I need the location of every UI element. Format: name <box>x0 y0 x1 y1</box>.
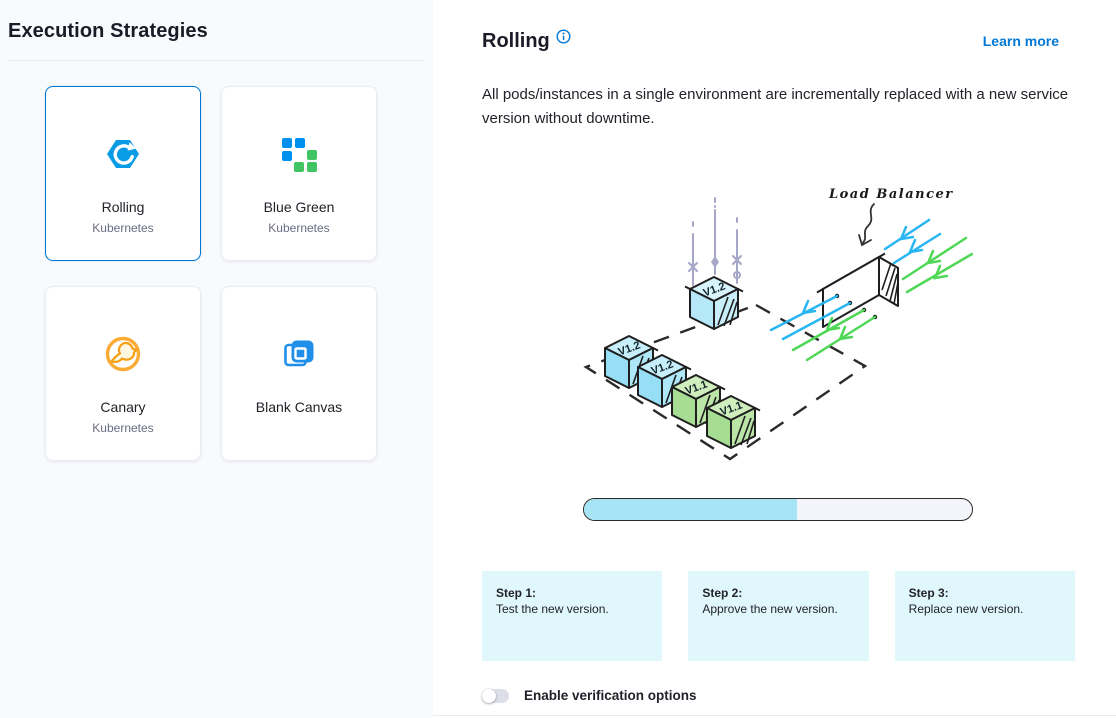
strategy-card-sublabel: Kubernetes <box>92 221 153 235</box>
detail-header: Rolling Learn more <box>482 28 1075 54</box>
step-text: Replace new version. <box>909 601 1061 617</box>
strategy-description: All pods/instances in a single environme… <box>482 83 1075 131</box>
toggle-knob <box>482 689 496 703</box>
load-balancer-box <box>817 254 898 328</box>
steps-row: Step 1: Test the new version. Step 2: Ap… <box>482 571 1075 661</box>
strategy-card-label: Rolling <box>102 199 145 215</box>
strategy-card-canary[interactable]: Canary Kubernetes <box>45 286 201 461</box>
detail-title: Rolling <box>482 28 550 54</box>
strategy-card-sublabel: Kubernetes <box>92 421 153 435</box>
step-title: Step 1: <box>496 585 648 601</box>
step-box-1: Step 1: Test the new version. <box>482 571 662 661</box>
rolling-strategy-illustration: Load Balancer V1.2 <box>583 182 973 472</box>
load-balancer-label: Load Balancer <box>828 187 954 202</box>
strategy-card-label: Blank Canvas <box>256 399 342 415</box>
canary-bird-icon <box>103 334 143 374</box>
blue-green-squares-icon <box>279 134 319 174</box>
rolling-hexagon-icon <box>103 134 143 174</box>
strategy-card-blank-canvas[interactable]: Blank Canvas <box>221 286 377 461</box>
strategy-card-grid: Rolling Kubernetes Blue Green Kubernetes <box>45 86 425 461</box>
execution-strategies-dialog: Execution Strategies Rolling Kubernetes <box>0 0 1116 718</box>
rollout-progress-bar <box>583 498 973 521</box>
step-text: Approve the new version. <box>702 601 854 617</box>
footer-divider <box>433 715 1116 716</box>
strategy-card-blue-green[interactable]: Blue Green Kubernetes <box>221 86 377 261</box>
crane-lines <box>689 198 741 285</box>
strategy-card-label: Blue Green <box>264 199 335 215</box>
step-box-2: Step 2: Approve the new version. <box>688 571 868 661</box>
step-title: Step 2: <box>702 585 854 601</box>
verification-toggle-row: Enable verification options <box>482 688 1075 703</box>
strategy-card-rolling[interactable]: Rolling Kubernetes <box>45 86 201 261</box>
step-text: Test the new version. <box>496 601 648 617</box>
progress-fill <box>584 499 797 520</box>
strategy-list-panel: Execution Strategies Rolling Kubernetes <box>0 0 433 718</box>
step-title: Step 3: <box>909 585 1061 601</box>
blank-canvas-icon <box>279 334 319 374</box>
info-icon[interactable] <box>556 29 571 44</box>
strategy-card-sublabel: Kubernetes <box>268 221 329 235</box>
title-divider <box>8 60 425 61</box>
label-arrow <box>859 204 874 245</box>
learn-more-link[interactable]: Learn more <box>983 28 1059 54</box>
strategy-detail-panel: Rolling Learn more All pods/instances in… <box>433 0 1116 718</box>
step-box-3: Step 3: Replace new version. <box>895 571 1075 661</box>
verification-toggle[interactable] <box>482 689 509 703</box>
strategy-card-label: Canary <box>100 399 145 415</box>
verification-toggle-label: Enable verification options <box>524 688 697 703</box>
page-title: Execution Strategies <box>8 20 425 43</box>
